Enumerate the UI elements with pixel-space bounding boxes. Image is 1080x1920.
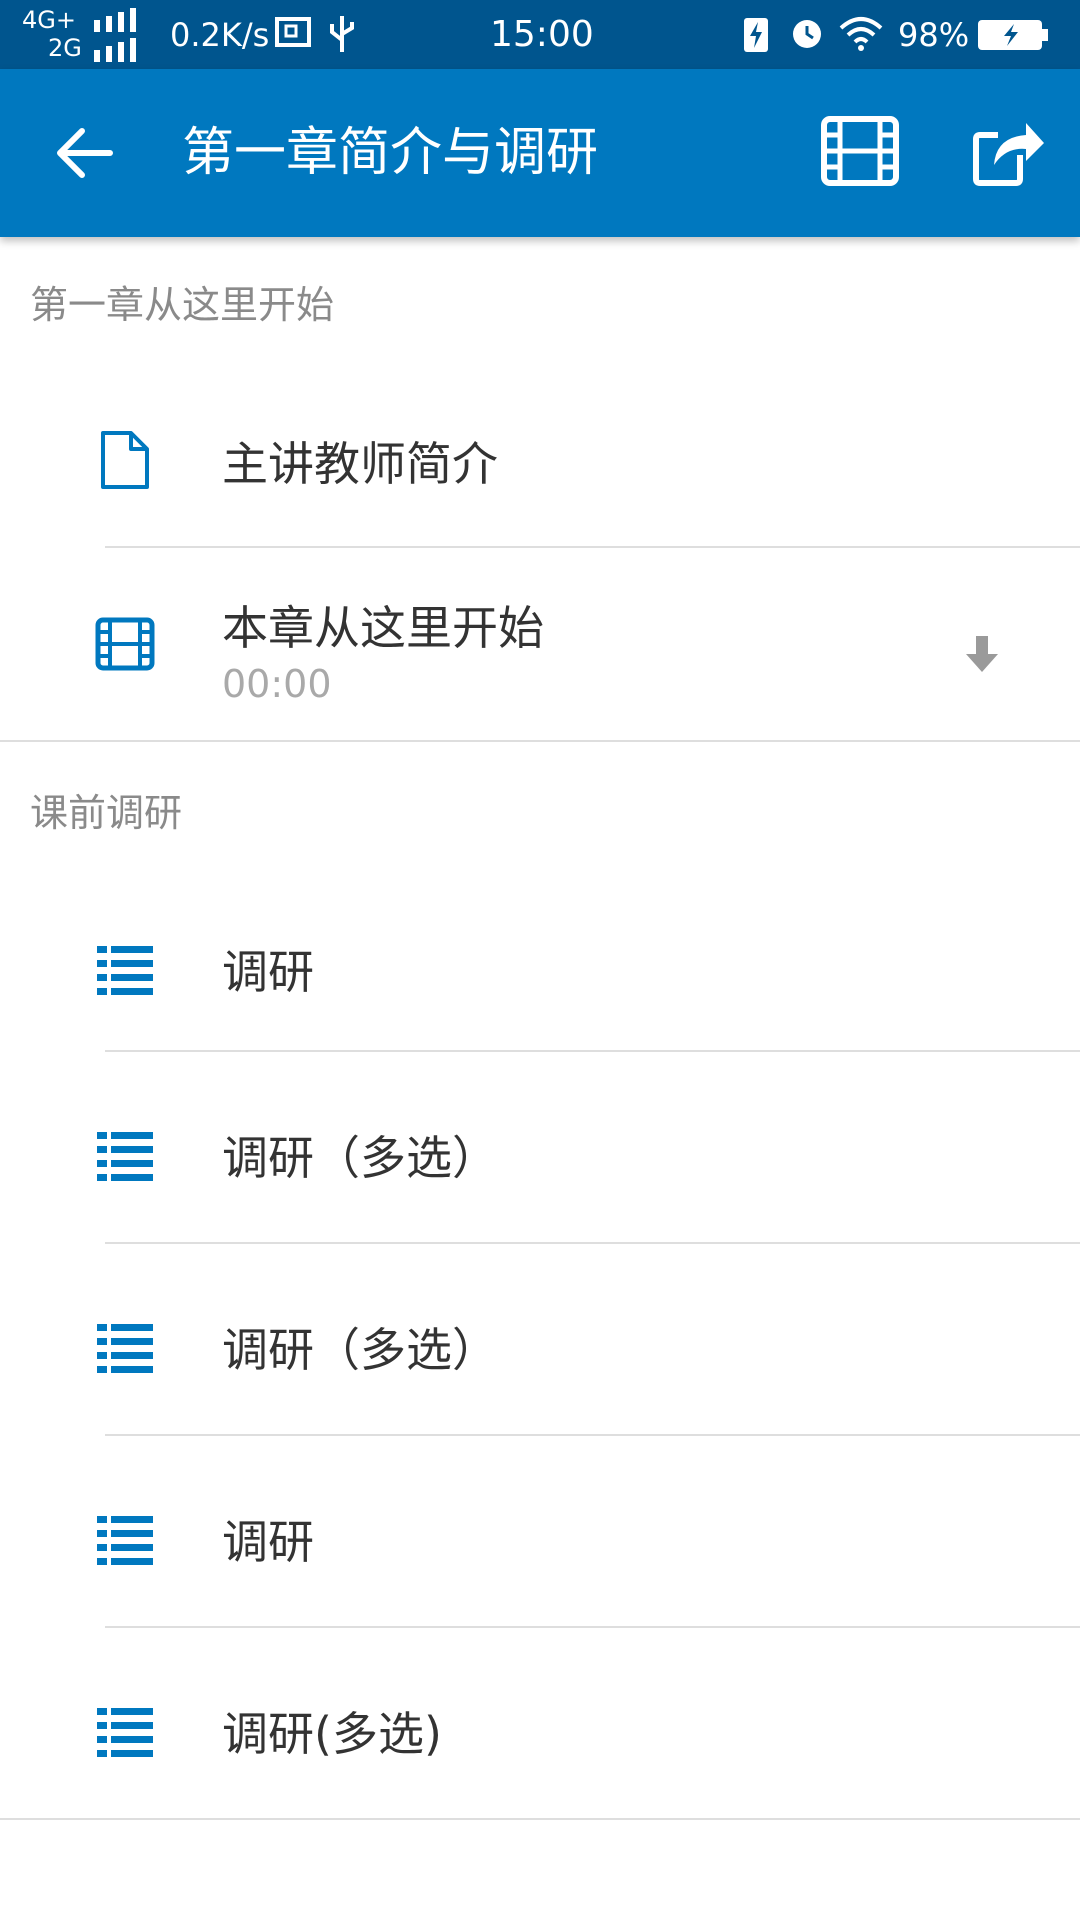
list-icon bbox=[97, 946, 153, 995]
item-label: 本章从这里开始 bbox=[222, 601, 544, 655]
list-icon bbox=[97, 1324, 153, 1373]
section-header-chapter: 第一章从这里开始 bbox=[30, 283, 335, 327]
signal-icon bbox=[94, 8, 136, 32]
item-label: 调研(多选) bbox=[222, 1707, 442, 1761]
share-icon[interactable] bbox=[970, 115, 1046, 187]
list-item-teacher-intro[interactable]: 主讲教师简介 bbox=[0, 400, 1080, 548]
battery-saver-icon bbox=[744, 18, 768, 52]
network-bottom: 2G bbox=[48, 34, 82, 62]
network-type: 4G+ 2G bbox=[22, 6, 82, 62]
section-divider bbox=[0, 1818, 1080, 1820]
film-icon bbox=[95, 617, 155, 671]
list-item-survey-2[interactable]: 调研（多选） bbox=[0, 1052, 1080, 1242]
list-icon bbox=[97, 1708, 153, 1757]
list-icon bbox=[97, 1516, 153, 1565]
alarm-icon bbox=[793, 20, 821, 48]
list-item-survey-4[interactable]: 调研 bbox=[0, 1436, 1080, 1626]
clock: 15:00 bbox=[490, 14, 594, 55]
battery-percent: 98% bbox=[898, 16, 970, 54]
item-label: 调研 bbox=[222, 945, 314, 999]
network-top: 4G+ bbox=[22, 6, 76, 34]
video-duration: 00:00 bbox=[222, 662, 332, 706]
list-item-survey-5[interactable]: 调研(多选) bbox=[0, 1628, 1080, 1818]
item-label: 调研 bbox=[222, 1515, 314, 1569]
page-title: 第一章简介与调研 bbox=[182, 123, 599, 183]
document-icon bbox=[101, 431, 149, 489]
network-speed: 0.2K/s bbox=[170, 16, 270, 54]
screenshot-icon bbox=[275, 17, 311, 47]
list-item-survey-3[interactable]: 调研（多选） bbox=[0, 1244, 1080, 1434]
list-item-chapter-video[interactable]: 本章从这里开始 00:00 bbox=[0, 548, 1080, 740]
section-divider bbox=[0, 740, 1080, 742]
item-label: 调研（多选） bbox=[222, 1131, 498, 1185]
item-label: 主讲教师简介 bbox=[222, 437, 498, 491]
arrow-left-icon[interactable] bbox=[52, 121, 116, 185]
status-bar: 4G+ 2G 0.2K/s 15:00 98% bbox=[0, 0, 1080, 69]
wifi-icon bbox=[839, 17, 883, 51]
battery-icon bbox=[978, 20, 1048, 50]
section-header-survey: 课前调研 bbox=[30, 791, 183, 835]
app-bar: 第一章简介与调研 bbox=[0, 69, 1080, 237]
signal-icon-secondary bbox=[94, 38, 136, 62]
item-label: 调研（多选） bbox=[222, 1323, 498, 1377]
list-item-survey-1[interactable]: 调研 bbox=[0, 890, 1080, 1050]
list-icon bbox=[97, 1132, 153, 1181]
download-icon[interactable] bbox=[960, 632, 1004, 676]
film-icon[interactable] bbox=[820, 115, 900, 187]
usb-icon bbox=[330, 16, 354, 52]
